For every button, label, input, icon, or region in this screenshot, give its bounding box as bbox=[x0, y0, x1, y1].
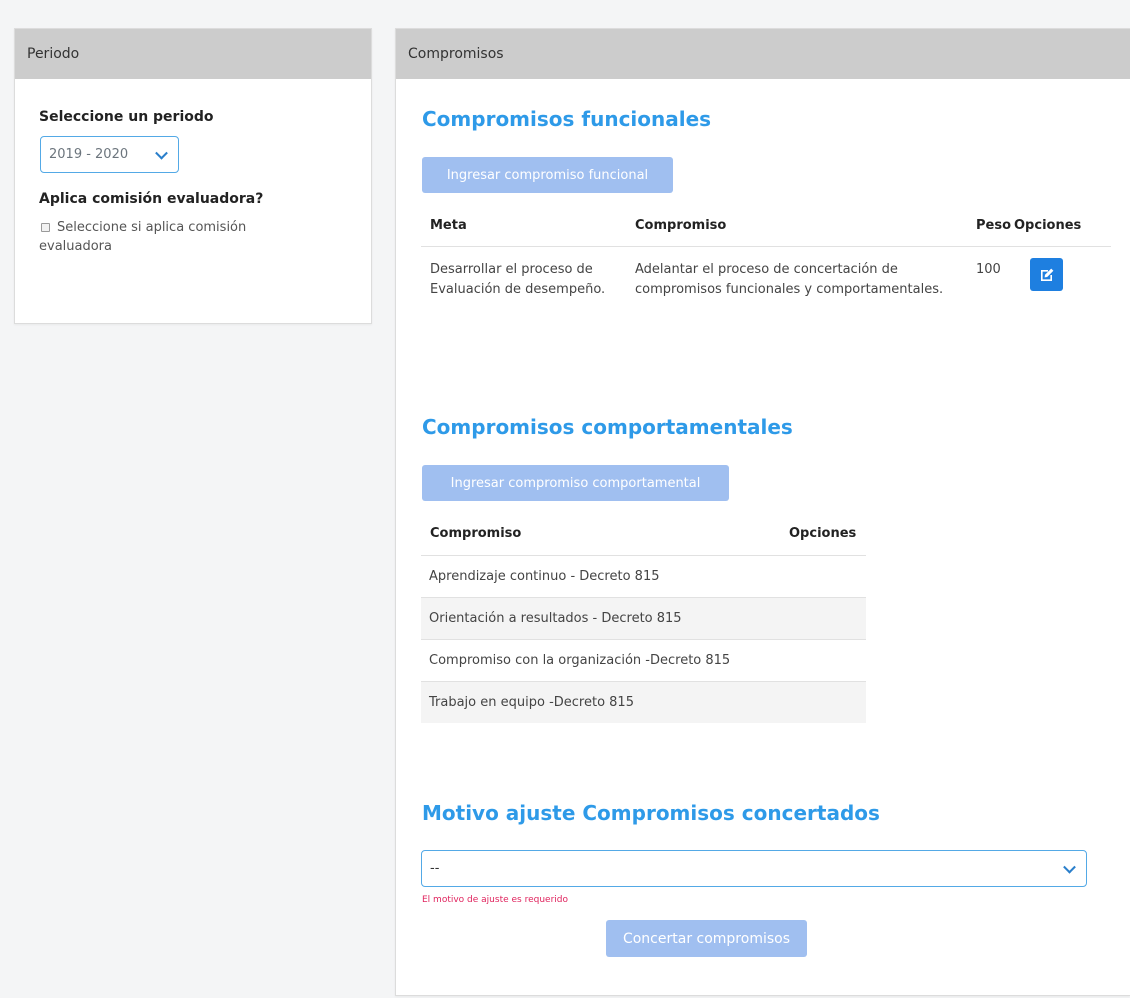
comportamental-item-label: Orientación a resultados - Decreto 815 bbox=[429, 611, 682, 626]
compromisos-panel-title: Compromisos bbox=[408, 46, 504, 62]
motivo-select-value: -- bbox=[430, 861, 440, 876]
add-funcional-button[interactable]: Ingresar compromiso funcional bbox=[422, 157, 673, 193]
funcionales-col-peso: Peso bbox=[976, 218, 1012, 233]
funcionales-col-opciones: Opciones bbox=[1014, 218, 1082, 233]
funcionales-col-meta: Meta bbox=[430, 218, 467, 233]
comision-label: Aplica comisión evaluadora? bbox=[39, 191, 264, 207]
concertar-compromisos-button[interactable]: Concertar compromisos bbox=[606, 920, 807, 957]
periodo-select-label: Seleccione un periodo bbox=[39, 109, 214, 125]
compromisos-panel: Compromisos Compromisos funcionales Ingr… bbox=[395, 28, 1130, 996]
funcional-row-meta: Desarrollar el proceso de Evaluación de … bbox=[430, 262, 606, 297]
chevron-down-icon bbox=[155, 146, 168, 160]
motivo-error-message: El motivo de ajuste es requerido bbox=[422, 895, 568, 905]
periodo-select[interactable]: 2019 - 2020 bbox=[40, 136, 179, 173]
motivo-title: Motivo ajuste Compromisos concertados bbox=[422, 801, 880, 825]
comportamental-item-label: Compromiso con la organización -Decreto … bbox=[429, 653, 731, 668]
comportamental-item-label: Aprendizaje continuo - Decreto 815 bbox=[429, 569, 660, 584]
funcional-row-compromiso: Adelantar el proceso de concertación de … bbox=[635, 262, 944, 297]
compromisos-panel-header: Compromisos bbox=[396, 29, 1130, 79]
comportamentales-col-opciones: Opciones bbox=[789, 526, 857, 541]
periodo-select-value: 2019 - 2020 bbox=[49, 147, 129, 162]
funcionales-col-compromiso: Compromiso bbox=[635, 218, 727, 233]
chevron-down-icon bbox=[1063, 860, 1076, 874]
list-item: Orientación a resultados - Decreto 815 bbox=[421, 597, 866, 639]
comportamentales-title: Compromisos comportamentales bbox=[422, 415, 793, 439]
periodo-panel-title: Periodo bbox=[27, 46, 80, 62]
edit-funcional-button[interactable] bbox=[1030, 258, 1063, 291]
comportamental-item-label: Trabajo en equipo -Decreto 815 bbox=[429, 695, 634, 710]
add-comportamental-button[interactable]: Ingresar compromiso comportamental bbox=[422, 465, 729, 501]
motivo-select[interactable]: -- bbox=[421, 850, 1087, 887]
periodo-panel: Periodo Seleccione un periodo 2019 - 202… bbox=[14, 28, 372, 324]
list-item: Compromiso con la organización -Decreto … bbox=[421, 639, 866, 681]
edit-icon bbox=[1040, 268, 1053, 281]
comision-checkbox-label: Seleccione si aplica comisión evaluadora bbox=[39, 220, 247, 254]
periodo-panel-header: Periodo bbox=[15, 29, 371, 79]
funcionales-title: Compromisos funcionales bbox=[422, 107, 712, 131]
list-item: Trabajo en equipo -Decreto 815 bbox=[421, 681, 866, 723]
comportamentales-col-compromiso: Compromiso bbox=[430, 526, 522, 541]
list-item: Aprendizaje continuo - Decreto 815 bbox=[421, 555, 866, 597]
funcionales-header-divider bbox=[421, 246, 1111, 247]
funcional-row-peso: 100 bbox=[976, 262, 1001, 277]
